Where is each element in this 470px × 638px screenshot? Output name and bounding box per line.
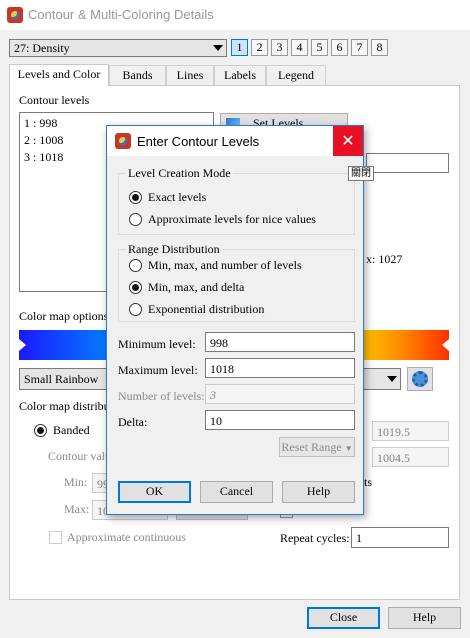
list-item[interactable]: 2 : 1008 bbox=[24, 133, 63, 148]
close-tooltip: 關閉 bbox=[348, 166, 374, 181]
frame-button-3[interactable]: 3 bbox=[271, 39, 288, 56]
variable-select[interactable]: 27: Density bbox=[9, 39, 227, 57]
delta-label: Delta: bbox=[118, 415, 148, 429]
repeat-cycles-label: Repeat cycles: bbox=[280, 531, 350, 545]
exponential-label: Exponential distribution bbox=[148, 302, 265, 316]
dialog-title-bar: Enter Contour Levels ✕ bbox=[107, 126, 363, 156]
list-item[interactable]: 1 : 998 bbox=[24, 116, 57, 131]
close-button[interactable]: Close bbox=[307, 607, 380, 629]
color-map-settings-button[interactable] bbox=[407, 367, 433, 391]
chevron-down-icon bbox=[387, 376, 397, 382]
right-value-field-2[interactable]: 1004.5 bbox=[372, 447, 449, 467]
level-creation-mode-label: Level Creation Mode bbox=[126, 166, 233, 181]
exponential-radio[interactable] bbox=[129, 303, 142, 316]
exact-levels-radio[interactable] bbox=[129, 191, 142, 204]
min-max-number-radio[interactable] bbox=[129, 259, 142, 272]
dialog-help-button[interactable]: Help bbox=[282, 481, 355, 503]
frame-button-8[interactable]: 8 bbox=[371, 39, 388, 56]
approx-continuous-checkbox[interactable] bbox=[49, 531, 62, 544]
frame-button-1[interactable]: 1 bbox=[231, 39, 248, 56]
gear-icon bbox=[412, 371, 428, 387]
hidden-field[interactable] bbox=[366, 153, 449, 173]
tab-lines[interactable]: Lines bbox=[166, 65, 214, 85]
range-distribution-label: Range Distribution bbox=[126, 242, 222, 257]
tab-labels[interactable]: Labels bbox=[214, 65, 266, 85]
number-of-levels-label: Number of levels: bbox=[118, 389, 205, 403]
contour-levels-heading: Contour levels bbox=[19, 93, 90, 107]
max-label: Max: bbox=[64, 502, 90, 516]
chevron-down-icon: ▼ bbox=[344, 444, 353, 453]
frame-button-7[interactable]: 7 bbox=[351, 39, 368, 56]
help-button[interactable]: Help bbox=[388, 607, 461, 629]
minimum-level-label: Minimum level: bbox=[118, 337, 196, 351]
colorbar-left-marker bbox=[19, 339, 26, 351]
repeat-cycles-field[interactable]: 1 bbox=[351, 527, 449, 548]
banded-label: Banded bbox=[53, 423, 90, 437]
minimum-level-field[interactable]: 998 bbox=[205, 332, 355, 352]
exact-levels-label: Exact levels bbox=[148, 190, 207, 204]
list-item[interactable]: 3 : 1018 bbox=[24, 150, 63, 165]
reset-range-label: Reset Range bbox=[281, 440, 342, 454]
window-title-bar: Contour & Multi-Coloring Details bbox=[0, 0, 470, 30]
maximum-level-label: Maximum level: bbox=[118, 363, 198, 377]
maximum-level-field[interactable]: 1018 bbox=[205, 358, 355, 378]
colorbar-right-marker bbox=[442, 339, 449, 351]
tab-bands[interactable]: Bands bbox=[109, 65, 166, 85]
tecplot-app-icon bbox=[115, 133, 131, 149]
min-label: Min: bbox=[64, 475, 88, 489]
delta-field[interactable]: 10 bbox=[205, 410, 355, 430]
color-map-select-value: Small Rainbow bbox=[24, 372, 99, 386]
ok-button[interactable]: OK bbox=[118, 481, 191, 503]
min-max-number-label: Min, max, and number of levels bbox=[148, 258, 302, 272]
min-max-delta-label: Min, max, and delta bbox=[148, 280, 245, 294]
reset-range-button[interactable]: Reset Range ▼ bbox=[279, 437, 355, 457]
window-title: Contour & Multi-Coloring Details bbox=[28, 7, 214, 22]
variable-select-value: 27: Density bbox=[14, 41, 70, 55]
frame-button-4[interactable]: 4 bbox=[291, 39, 308, 56]
banded-radio[interactable] bbox=[34, 424, 47, 437]
color-map-options-heading: Color map options bbox=[19, 309, 109, 323]
chevron-down-icon bbox=[213, 45, 223, 51]
max-value-text: x: 1027 bbox=[366, 252, 403, 266]
approximate-levels-label: Approximate levels for nice values bbox=[148, 212, 316, 226]
number-of-levels-field[interactable]: 3 bbox=[205, 384, 355, 404]
frame-button-5[interactable]: 5 bbox=[311, 39, 328, 56]
enter-contour-levels-dialog: Enter Contour Levels ✕ Level Creation Mo… bbox=[106, 125, 364, 515]
cancel-button[interactable]: Cancel bbox=[200, 481, 273, 503]
dialog-title: Enter Contour Levels bbox=[137, 134, 260, 149]
close-icon[interactable]: ✕ bbox=[333, 126, 363, 156]
tab-legend[interactable]: Legend bbox=[266, 65, 326, 85]
frame-button-2[interactable]: 2 bbox=[251, 39, 268, 56]
approximate-levels-radio[interactable] bbox=[129, 213, 142, 226]
min-max-delta-radio[interactable] bbox=[129, 281, 142, 294]
frame-button-6[interactable]: 6 bbox=[331, 39, 348, 56]
tab-levels-and-color[interactable]: Levels and Color bbox=[9, 64, 109, 86]
right-value-field-1[interactable]: 1019.5 bbox=[372, 421, 449, 441]
approx-continuous-label: Approximate continuous bbox=[67, 530, 186, 544]
tecplot-app-icon bbox=[7, 7, 23, 23]
partial-label: ts bbox=[364, 475, 373, 489]
